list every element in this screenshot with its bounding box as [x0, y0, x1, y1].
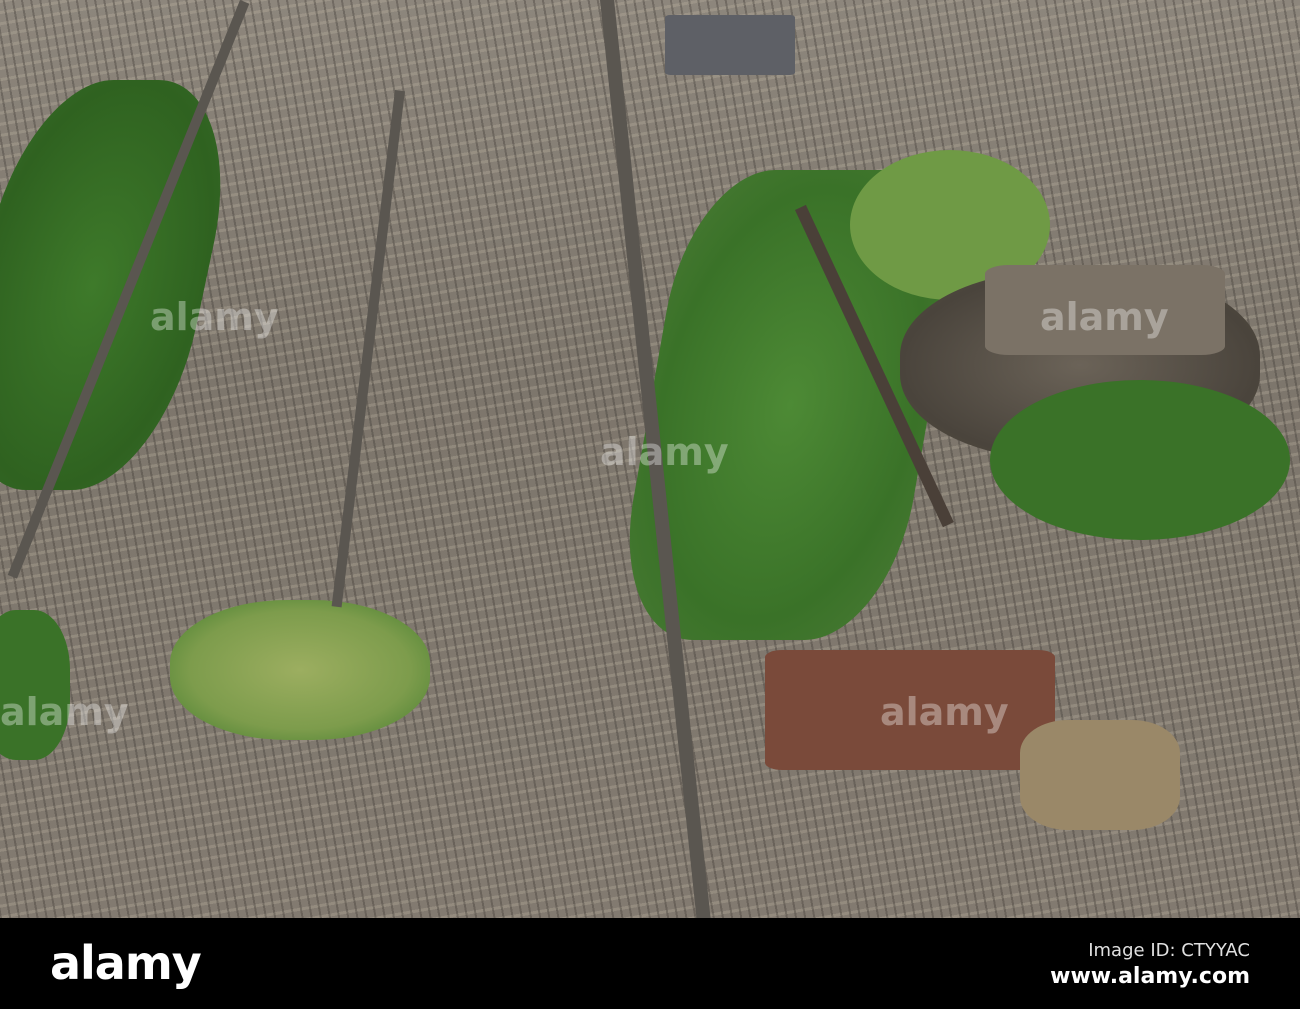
trees-right — [990, 380, 1290, 540]
aerial-photo: alamy alamy alamy alamy alamy — [0, 0, 1300, 918]
website-link[interactable]: www.alamy.com — [1050, 964, 1250, 989]
trees-bottom-left — [0, 610, 70, 760]
watermark: alamy — [150, 295, 279, 339]
square-garden — [170, 600, 430, 740]
watermark: alamy — [600, 430, 729, 474]
george-street — [331, 90, 405, 608]
watermark: alamy — [1040, 295, 1169, 339]
alamy-logo: alamy — [50, 936, 202, 990]
footer-bar: alamy Image ID: CTYYAC www.alamy.com — [0, 918, 1300, 1009]
station-roof — [665, 15, 795, 75]
image-id: Image ID: CTYYAC — [1088, 940, 1250, 961]
watermark: alamy — [880, 690, 1009, 734]
watermark: alamy — [0, 690, 129, 734]
construction-site — [1020, 720, 1180, 830]
